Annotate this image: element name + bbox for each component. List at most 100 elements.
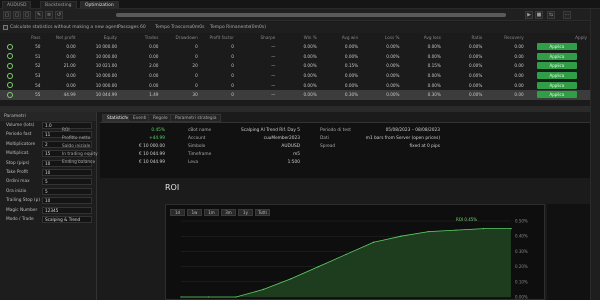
pass-status-icon [6,53,13,60]
apply-button[interactable]: Applica [536,81,577,89]
table-row[interactable]: 54 0.00 10 000.00 0.00 0 0 — 0.00% 0.00% 0.00% 0.0… [0,80,590,90]
table-row[interactable]: 53 0.00 10 000.00 0.00 0 0 — 0.00% 0.00% 0.00% 0.0… [0,71,590,81]
column-header[interactable]: Avg loss [403,33,444,42]
table-cell: 0 [231,53,234,59]
more-icon[interactable]: ⋯ [563,11,571,19]
tab-backtesting[interactable]: Backtesting [40,1,77,9]
table-cell: 10 000.00 [95,82,118,88]
apply-button[interactable]: Applica [536,72,577,80]
table-cell: 50 [35,44,41,50]
table-cell: 0.30% [319,89,362,100]
roi-tooltip: ROI 0.45% [456,217,478,222]
table-cell: 0.00% [278,89,320,100]
stat-value: 05/08/2023 – 08/08/2023 [385,128,440,133]
statistics-checkbox[interactable] [3,25,8,30]
column-header[interactable]: Recovery [485,33,526,42]
table-header-row: Pass Net profit Equity Trades Drawdown Profit… [0,33,590,42]
swap-icon[interactable]: ⇆ [547,11,555,19]
column-header[interactable]: Loss % [361,33,402,42]
column-header[interactable]: Equity [79,33,120,42]
elapsed-label: Tempo Trascorso [155,25,193,30]
parameter-label: Modo / Trade [6,216,34,222]
remaining-value: (0m0s) [250,25,266,30]
roi-point [482,228,485,230]
stat-label: Saldo iniziale [62,144,91,149]
parameter-label: Moltiplicatore [6,141,36,147]
roi-point [455,229,457,231]
edit-icon[interactable]: ✎ [35,11,43,19]
table-cell: 10 000.00 [95,44,118,50]
column-header[interactable]: Net profit [43,33,78,42]
parameter-input[interactable]: 10 [42,197,92,205]
column-header[interactable]: Ratio [444,33,485,42]
table-cell: — [271,53,276,59]
tab-audusd[interactable]: AUDUSD [2,1,32,9]
table-cell: 0.00% [427,82,441,88]
parameter-label: Magic Number [6,207,38,213]
table-cell: — [271,73,276,79]
window-icon[interactable]: ▢ [23,11,31,19]
column-header[interactable] [0,33,23,42]
stat-value: € 10 044.99 [139,160,165,165]
stat-label: In trading equity [62,152,98,157]
roi-point [317,266,320,268]
menu-icon[interactable]: ≡ [45,11,53,19]
table-cell: 0 [195,44,198,50]
parameter-input[interactable]: 5 [42,178,92,186]
refresh-icon[interactable]: ↺ [55,11,63,19]
table-cell: 0 [200,89,237,100]
stop-icon[interactable]: ■ [535,11,543,19]
table-cell: 0.00% [344,44,359,50]
table-cell: 0.00% [303,63,317,69]
column-header[interactable]: Profit factor [201,33,237,42]
stat-label: Account [188,136,206,141]
apply-button[interactable]: Applica [536,91,577,99]
tab-strategy-params[interactable]: Parametri strategia [170,114,222,122]
parameter-row: Ora inizio 5 [0,187,96,196]
stat-label: Ending balance [62,160,96,165]
tab-rules[interactable]: Regole [148,114,173,122]
passes-value: 60 [140,25,146,30]
play-icon[interactable]: ▶ [525,11,533,19]
column-header[interactable]: Drawdown [161,33,200,42]
table-cell: 0.00% [361,89,403,100]
table-row[interactable]: 51 0.00 10 000.00 0.00 0 0 — 0.00% 0.00% 0.00% 0.0… [0,52,590,62]
apply-button[interactable]: Applica [536,43,577,51]
table-cell: 10 044.99 [78,89,121,100]
table-row[interactable]: 52 21.00 10 021.00 2.00 20 0 — 0.00% 0.15% 0.00% 0… [0,61,590,71]
column-header[interactable]: Pass [23,33,44,42]
table-row[interactable]: 55 44.99 10 044.99 1.49 30 0—0.00% 0.30% 0.00% 0… [0,89,590,100]
info-bar: Calculate statistics without making a ne… [0,22,600,33]
tab-optimization[interactable]: Optimization [80,1,119,9]
parameter-input[interactable]: 12345 [42,206,92,214]
stat-value: m1 bars from Server (open prices) [365,136,440,141]
table-cell: 0.00% [469,63,483,69]
table-row[interactable]: 50 0.00 10 000.00 0.00 0 0 — 0.00% 0.00% 0.00% 0.0… [0,42,590,52]
column-header[interactable]: Win % [278,33,319,42]
roi-point [400,235,402,237]
stat-value: m5 [293,152,300,157]
parameter-input[interactable]: 10 [42,168,92,176]
table-cell: — [271,63,276,69]
table-cell: 0.00% [303,82,317,88]
column-header[interactable]: Avg win [320,33,361,42]
table-cell: — [236,89,279,100]
parameter-input[interactable]: 5 [42,187,92,195]
stat-label: Profitto netto [62,136,91,141]
column-header[interactable]: Apply [527,33,590,42]
apply-button[interactable]: Applica [536,62,577,70]
table-cell: 0.00% [469,82,483,88]
window-icon[interactable]: ▢ [3,11,11,19]
table-cell: 0.00% [427,53,441,59]
table-cell: 0.00% [344,82,359,88]
window-icon[interactable]: ▢ [13,11,21,19]
column-header[interactable]: Sharpe [237,33,278,42]
roi-point [262,288,265,290]
parameter-row: Magic Number 12345 [0,206,96,215]
parameters-title: Parametri [0,112,96,121]
apply-button[interactable]: Applica [536,52,577,60]
column-header[interactable]: Trades [120,33,161,42]
table-cell: 0.00 [66,53,76,59]
roi-point [290,278,292,280]
parameter-input[interactable]: Scalping & Trend [42,215,92,223]
